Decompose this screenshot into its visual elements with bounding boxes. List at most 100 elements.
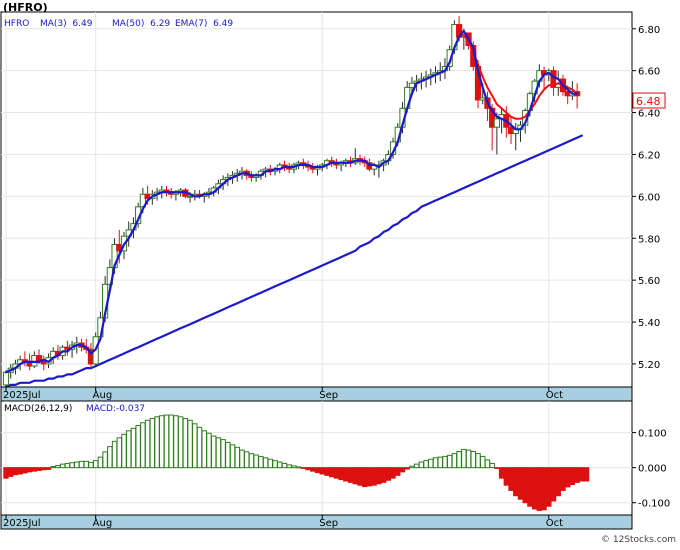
macd-bar: [140, 422, 146, 469]
macd-ytick-label: 0.000: [638, 464, 667, 475]
macd-bar: [69, 462, 75, 469]
macd-bar: [55, 465, 61, 469]
macd-ytick-label: -0.100: [638, 499, 670, 510]
macd-bar: [418, 461, 425, 469]
macd-bar: [522, 467, 528, 504]
macd-bar: [41, 467, 47, 471]
macd-bar: [111, 440, 118, 469]
price-ytick-label: 5.60: [638, 276, 660, 287]
macd-bar: [92, 460, 99, 469]
price-xtick-label: 2025Jul: [3, 390, 41, 401]
macd-bar: [503, 467, 510, 486]
macd-bar: [380, 467, 387, 483]
legend-ma50: MA(50) 6.29: [112, 19, 170, 29]
stock-chart-svg: 6.80 6.60 6.40 6.20 6.00 5.80 5.60 5.40 5.20 202…: [0, 1, 676, 545]
macd-bar: [26, 467, 33, 473]
macd-bar: [404, 467, 410, 470]
macd-bar: [413, 463, 420, 469]
macd-bar: [201, 430, 207, 469]
macd-bar: [45, 467, 52, 470]
chart-title: (HFRO): [3, 1, 48, 14]
macd-bar: [244, 451, 250, 469]
macd-ytick-label: 0.100: [638, 429, 667, 440]
macd-bar: [225, 441, 231, 469]
macd-bar: [163, 414, 170, 469]
macd-bar: [310, 467, 316, 472]
macd-bar: [484, 459, 491, 469]
macd-bar: [36, 467, 42, 471]
macd-bar: [314, 467, 321, 474]
macd-bar: [536, 467, 543, 511]
price-ytick-label: 6.00: [638, 192, 660, 203]
macd-bar: [579, 467, 585, 482]
legend-ticker: HFRO: [4, 19, 29, 29]
macd-bar: [215, 437, 222, 469]
macd-label: MACD(26,12,9): [4, 404, 72, 414]
macd-bar: [121, 433, 127, 469]
macd-bar: [513, 467, 519, 497]
macd-bar: [97, 456, 104, 469]
macd-bar: [286, 464, 292, 469]
macd-bar: [102, 451, 108, 469]
macd-bar: [130, 427, 137, 469]
macd-bar: [149, 418, 156, 469]
macd-bar: [277, 461, 283, 469]
macd-bar: [59, 463, 66, 469]
macd-bar: [432, 457, 439, 469]
macd-bar: [267, 458, 274, 469]
macd-bar: [362, 467, 368, 488]
macd-bar: [116, 437, 122, 469]
macd-bar: [220, 439, 226, 469]
macd-bar: [229, 444, 236, 469]
macd-bar: [12, 467, 19, 476]
macd-bar: [281, 462, 288, 469]
macd-bar: [385, 467, 392, 481]
macd-bar: [144, 419, 151, 469]
macd-bar: [74, 461, 80, 469]
macd-bar: [168, 414, 174, 469]
macd-bar: [442, 455, 448, 469]
macd-bar: [347, 467, 354, 483]
macd-bar: [343, 467, 349, 482]
macd-bar: [489, 462, 495, 469]
macd-bar: [475, 453, 481, 469]
macd-bar: [3, 467, 9, 479]
macd-bar: [555, 467, 561, 497]
macd-bar: [498, 467, 505, 479]
macd-value: MACD:-0.037: [86, 404, 145, 414]
macd-xtick-label: Sep: [319, 518, 338, 529]
macd-bar: [357, 467, 363, 486]
macd-bar: [196, 426, 203, 469]
macd-bar: [210, 435, 217, 469]
macd-bar: [564, 467, 571, 488]
macd-xtick-label: Aug: [93, 518, 113, 529]
macd-bar: [206, 432, 212, 469]
macd-bar: [428, 458, 434, 469]
macd-bar: [423, 460, 429, 469]
macd-bar: [88, 461, 94, 469]
macd-bar: [517, 467, 524, 500]
legend-ma3: MA(3) 6.49: [40, 19, 93, 29]
macd-bar: [234, 446, 240, 469]
macd-bar: [465, 449, 472, 469]
price-ytick-label: 6.80: [638, 25, 660, 36]
macd-bar: [409, 465, 415, 469]
macd-bar: [574, 467, 580, 483]
macd-bar: [470, 451, 476, 469]
macd-bar: [64, 462, 71, 469]
macd-bar: [494, 467, 500, 469]
macd-bar: [258, 455, 264, 469]
macd-bar: [531, 467, 538, 510]
macd-bar: [135, 425, 141, 469]
macd-bar: [352, 467, 358, 485]
macd-bar: [154, 416, 160, 469]
macd-bar: [248, 453, 255, 469]
macd-bar: [319, 467, 325, 475]
price-xtick-label: Sep: [319, 390, 338, 401]
candle-body: [408, 82, 416, 88]
macd-bar: [239, 449, 245, 469]
macd-bar: [78, 460, 85, 469]
macd-bar: [583, 467, 590, 482]
macd-bar: [126, 430, 132, 469]
candle-body: [493, 118, 500, 128]
